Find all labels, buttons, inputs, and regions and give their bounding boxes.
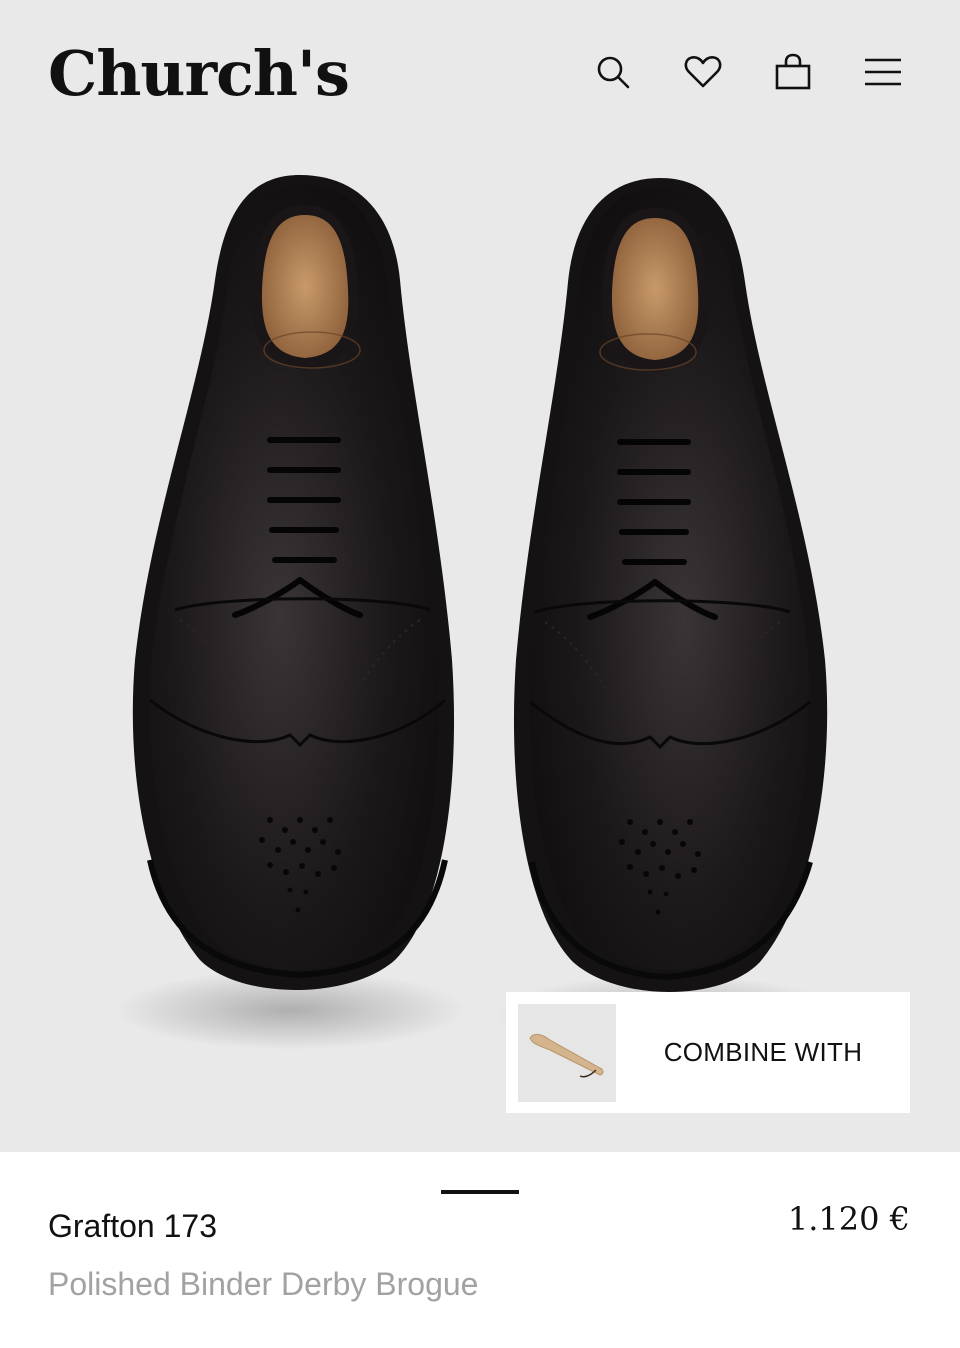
drawer-handle[interactable] [441,1190,519,1194]
product-name: Grafton 173 [48,1208,217,1244]
heart-icon[interactable] [684,52,722,92]
shopping-bag-icon[interactable] [774,52,812,92]
left-shoe [132,175,455,990]
brand-logo[interactable]: Church's [48,34,350,114]
product-description: Polished Binder Derby Brogue [48,1266,479,1302]
search-icon[interactable] [594,52,632,92]
menu-icon[interactable] [864,52,902,92]
combine-with-label: COMBINE WITH [663,1037,863,1067]
header-actions [594,52,902,92]
right-shoe [513,178,828,992]
product-price: 1.120 € [787,1200,910,1238]
product-info-panel: Grafton 173 1.120 € Polished Binder Derb… [0,1152,960,1348]
combine-with-card[interactable]: COMBINE WITH [506,992,910,1113]
shoehorn-thumbnail [518,1003,616,1102]
site-header: Church's [0,0,960,140]
